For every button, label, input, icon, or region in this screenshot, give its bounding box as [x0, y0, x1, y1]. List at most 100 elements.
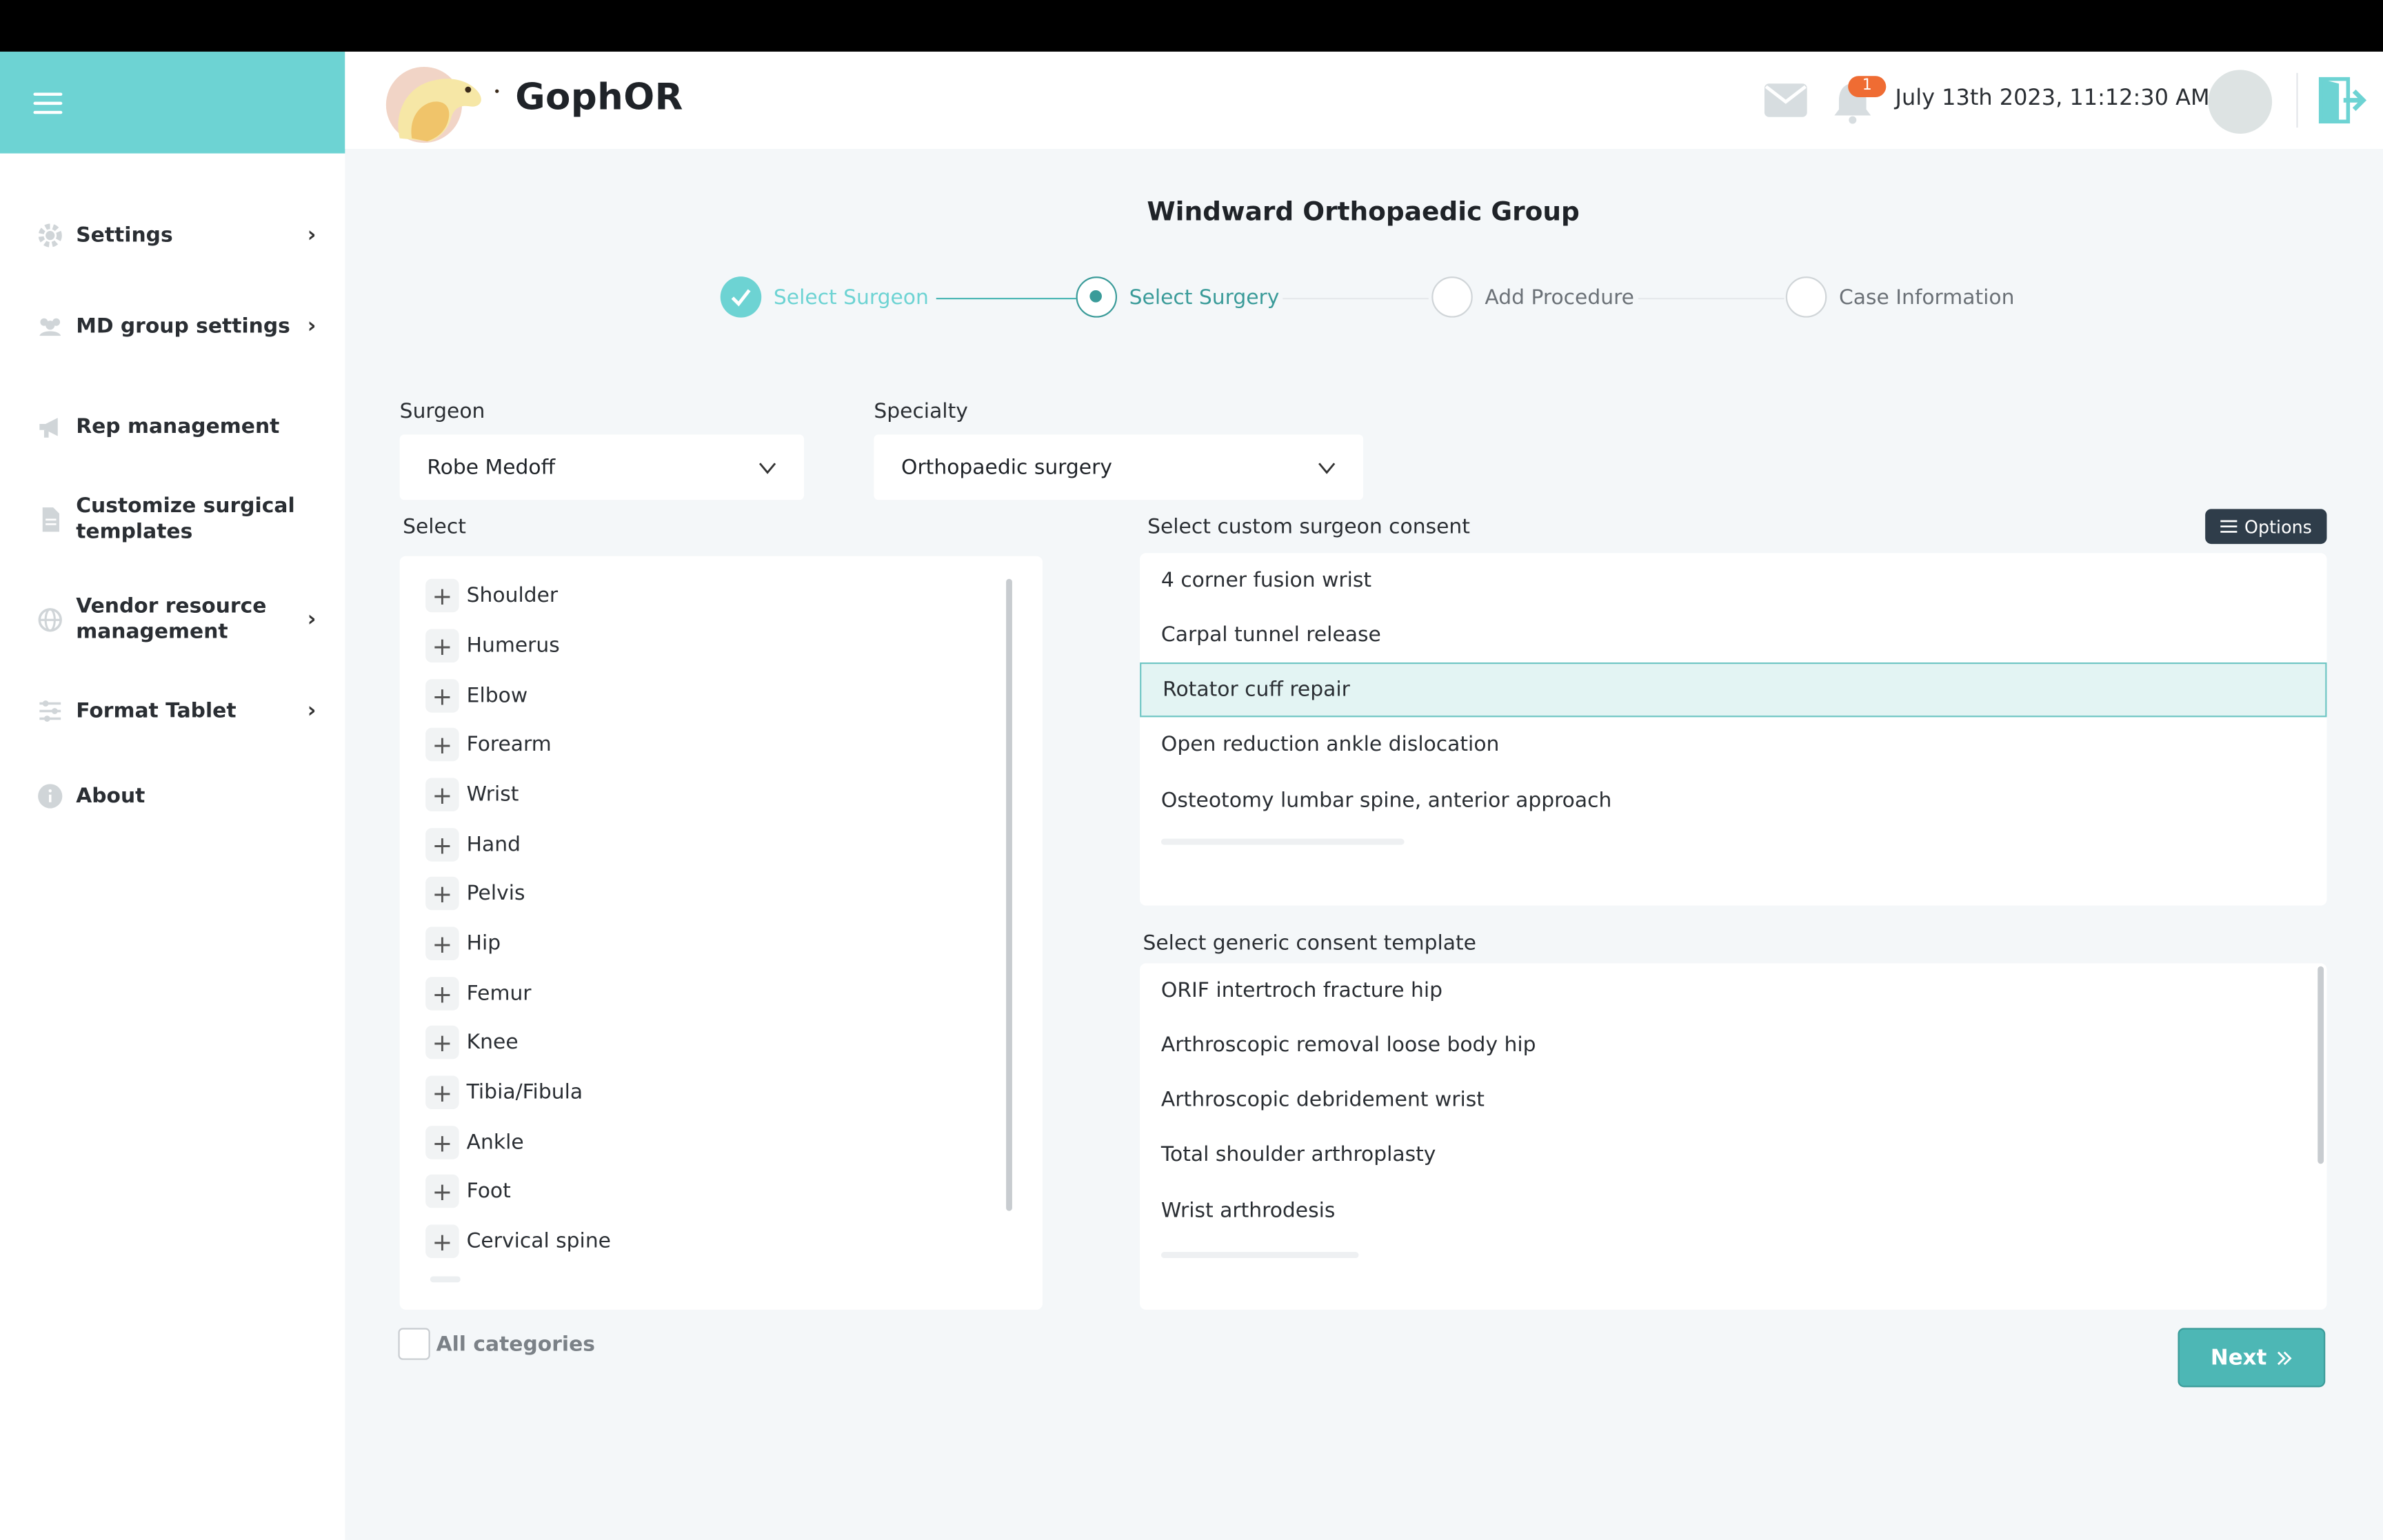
sidebar-item-rep-management[interactable]: Rep management [37, 414, 316, 441]
custom-consent-item[interactable]: Open reduction ankle dislocation [1140, 717, 2326, 771]
category-label: Foot [466, 1179, 511, 1204]
notification-badge: 1 [1848, 76, 1887, 98]
generic-consent-item[interactable]: Arthroscopic removal loose body hip [1140, 1018, 2326, 1073]
step-select-surgery[interactable]: Select Surgery [1076, 276, 1279, 318]
list-item-label: Arthroscopic removal loose body hip [1160, 1033, 1536, 1058]
sidebar-item-label: Vendor resource management [76, 594, 267, 645]
category-scrollbar[interactable] [1006, 578, 1012, 1211]
plus-icon[interactable]: + [425, 1025, 459, 1060]
category-item-cervical-spine[interactable]: + Cervical spine [425, 1224, 612, 1258]
category-item-knee[interactable]: + Knee [425, 1025, 519, 1060]
sliders-icon [39, 700, 61, 722]
plus-icon[interactable]: + [425, 1126, 459, 1159]
step-add-procedure[interactable]: Add Procedure [1431, 276, 1634, 318]
next-button[interactable]: Next [2178, 1328, 2326, 1388]
surgeon-select[interactable]: Robe Medoff [399, 434, 804, 500]
custom-consent-item[interactable]: Carpal tunnel release [1140, 608, 2326, 662]
sidebar-item-format-tablet[interactable]: Format Tablet › [37, 698, 316, 725]
user-avatar[interactable] [2208, 70, 2273, 134]
plus-icon[interactable]: + [425, 1075, 459, 1109]
category-item-hip[interactable]: + Hip [425, 926, 501, 960]
category-label: Elbow [466, 683, 528, 709]
sidebar-item-vendor-resource-management[interactable]: Vendor resource management › [37, 594, 316, 646]
plus-icon[interactable]: + [425, 828, 459, 862]
category-item-wrist[interactable]: + Wrist [425, 778, 519, 811]
category-label: Tibia/Fibula [466, 1080, 583, 1105]
generic-consent-item[interactable]: ORIF intertroch fracture hip [1140, 963, 2326, 1017]
sidebar-item-about[interactable]: About [37, 782, 316, 810]
page-title: Windward Orthopaedic Group [1147, 197, 1580, 228]
plus-icon[interactable]: + [425, 629, 459, 662]
list-item-label: ORIF intertroch fracture hip [1160, 978, 1443, 1003]
category-label: Wrist [466, 782, 519, 807]
step-label: Add Procedure [1485, 285, 1634, 310]
generic-consent-scrollbar[interactable] [2317, 966, 2324, 1164]
chevron-down-icon [1318, 462, 1336, 474]
custom-consent-item-selected[interactable]: Rotator cuff repair [1140, 662, 2327, 718]
step-connector [936, 298, 1076, 300]
app-window: GophOR 1 July 13th 2023, 11:12:30 AM Set… [0, 51, 2383, 1540]
category-label: Cervical spine [466, 1229, 612, 1254]
next-label: Next [2210, 1345, 2267, 1370]
category-select-label: Select [403, 515, 466, 540]
document-icon [42, 507, 59, 532]
logout-icon[interactable] [2316, 76, 2368, 125]
category-label: Forearm [466, 732, 552, 757]
plus-icon[interactable]: + [425, 1224, 459, 1258]
step-connector [1283, 298, 1429, 300]
plus-icon[interactable]: + [425, 1174, 459, 1208]
sidebar-item-settings[interactable]: Settings › [37, 222, 316, 250]
category-item-shoulder[interactable]: + Shoulder [425, 578, 558, 613]
category-item-ankle[interactable]: + Ankle [425, 1126, 524, 1159]
category-item-foot[interactable]: + Foot [425, 1174, 511, 1208]
category-item-elbow[interactable]: + Elbow [425, 679, 528, 713]
category-item-femur[interactable]: + Femur [425, 977, 532, 1011]
plus-icon[interactable]: + [425, 679, 459, 713]
category-item-tibia-fibula[interactable]: + Tibia/Fibula [425, 1075, 583, 1109]
plus-icon[interactable]: + [425, 578, 459, 613]
list-item-label: Carpal tunnel release [1160, 622, 1381, 647]
all-categories-checkbox[interactable] [398, 1328, 430, 1360]
plus-icon[interactable]: + [425, 778, 459, 811]
generic-consent-item[interactable]: Wrist arthrodesis [1140, 1184, 2326, 1238]
plus-icon[interactable]: + [425, 876, 459, 911]
brand-name: GophOR [515, 76, 683, 119]
generic-consent-item[interactable]: Arthroscopic debridement wrist [1140, 1073, 2326, 1127]
category-item-humerus[interactable]: + Humerus [425, 629, 560, 662]
current-datetime: July 13th 2023, 11:12:30 AM [1895, 86, 2210, 111]
sidebar-item-md-group-settings[interactable]: MD group settings › [37, 313, 316, 341]
step-label: Select Surgeon [773, 285, 929, 310]
plus-icon[interactable]: + [425, 926, 459, 960]
info-icon [38, 784, 63, 809]
list-item-label: Osteotomy lumbar spine, anterior approac… [1160, 788, 1612, 813]
generic-consent-label: Select generic consent template [1143, 931, 1476, 956]
category-item-forearm[interactable]: + Forearm [425, 727, 552, 762]
generic-consent-item[interactable]: Total shoulder arthroplasty [1140, 1127, 2326, 1182]
megaphone-icon [39, 418, 58, 438]
category-item-pelvis[interactable]: + Pelvis [425, 876, 525, 911]
step-select-surgeon[interactable]: Select Surgeon [720, 276, 929, 318]
custom-consent-item[interactable]: 4 corner fusion wrist [1140, 553, 2326, 607]
category-label: Knee [466, 1030, 519, 1055]
custom-consent-list: 4 corner fusion wrist Carpal tunnel rele… [1140, 553, 2327, 906]
header-divider [2296, 72, 2298, 128]
mail-icon[interactable] [1763, 82, 1809, 119]
menu-toggle-button[interactable] [0, 51, 345, 154]
plus-icon[interactable]: + [425, 727, 459, 762]
step-case-information[interactable]: Case Information [1785, 276, 2015, 318]
partial-row-hint [430, 1276, 461, 1283]
sidebar-item-label: MD group settings [76, 314, 290, 338]
chevron-right-icon: › [307, 223, 316, 248]
category-list: + Shoulder + Humerus + Elbow + Forearm + Wris… [399, 556, 1043, 1310]
double-chevron-right-icon [2278, 1350, 2293, 1365]
custom-consent-item[interactable]: Osteotomy lumbar spine, anterior approac… [1140, 773, 2326, 828]
specialty-select[interactable]: Orthopaedic surgery [874, 434, 1364, 500]
category-label: Pelvis [466, 881, 525, 906]
list-item-label: Total shoulder arthroplasty [1160, 1142, 1436, 1167]
options-button[interactable]: Options [2205, 509, 2327, 545]
sidebar-item-customize-surgical-templates[interactable]: Customize surgical templates [37, 494, 316, 545]
plus-icon[interactable]: + [425, 977, 459, 1011]
category-item-hand[interactable]: + Hand [425, 828, 521, 862]
step-connector [1638, 298, 1784, 300]
surgeon-value: Robe Medoff [427, 455, 556, 480]
